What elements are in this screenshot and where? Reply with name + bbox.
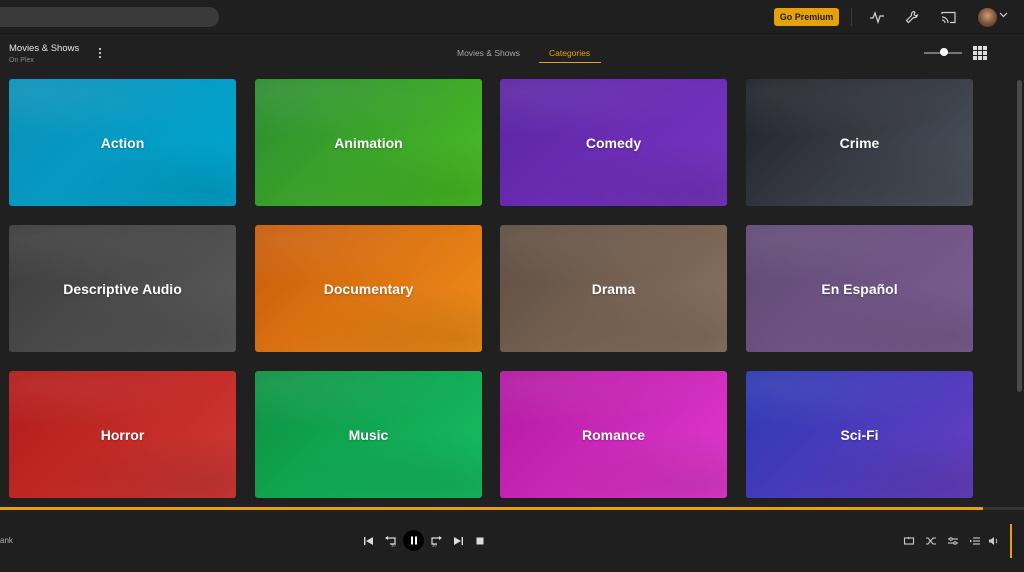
- category-label: Music: [348, 426, 389, 443]
- shuffle-icon[interactable]: [922, 532, 940, 550]
- category-label: Romance: [581, 426, 646, 443]
- stop-icon[interactable]: [471, 532, 489, 550]
- library-subtitle: On Plex: [9, 57, 34, 64]
- search-input[interactable]: [0, 7, 219, 27]
- settings-sliders-icon[interactable]: [944, 532, 962, 550]
- top-bar: Go Premium: [0, 0, 1024, 34]
- category-tile-animation[interactable]: Animation: [255, 79, 482, 206]
- category-label: Sci-Fi: [840, 426, 879, 443]
- skip-previous-icon[interactable]: [360, 532, 378, 550]
- category-tile-descriptive-audio[interactable]: Descriptive Audio: [9, 225, 236, 352]
- poster-size-slider-handle[interactable]: [940, 48, 948, 56]
- activity-icon[interactable]: [868, 8, 886, 26]
- category-label: Comedy: [585, 134, 642, 151]
- repeat-icon[interactable]: [900, 532, 918, 550]
- category-label: Descriptive Audio: [63, 280, 182, 297]
- svg-text:10: 10: [391, 543, 396, 548]
- svg-text:30: 30: [432, 543, 437, 548]
- category-tile-music[interactable]: Music: [255, 371, 482, 498]
- player-bar: ank 10 30: [0, 510, 1024, 572]
- tab-movies-shows[interactable]: Movies & Shows: [457, 48, 520, 58]
- category-label: Drama: [591, 280, 636, 297]
- category-tile-en-espanol[interactable]: En Español: [746, 225, 973, 352]
- divider: [851, 8, 852, 26]
- wrench-icon[interactable]: [903, 8, 921, 26]
- grid-view-icon[interactable]: [973, 46, 987, 60]
- avatar[interactable]: [978, 8, 997, 27]
- pause-button[interactable]: [403, 530, 424, 551]
- category-label: Documentary: [323, 280, 414, 297]
- scrollbar-thumb[interactable]: [1017, 80, 1022, 392]
- chevron-down-icon[interactable]: [999, 12, 1008, 18]
- library-title[interactable]: Movies & Shows: [9, 43, 79, 54]
- category-tile-romance[interactable]: Romance: [500, 371, 727, 498]
- volume-icon[interactable]: [985, 532, 1003, 550]
- category-tile-crime[interactable]: Crime: [746, 79, 973, 206]
- category-tile-documentary[interactable]: Documentary: [255, 225, 482, 352]
- category-label: Crime: [839, 134, 880, 151]
- library-header: Movies & Shows On Plex Movies & Shows Ca…: [0, 34, 1024, 72]
- volume-slider[interactable]: [1010, 524, 1012, 558]
- category-label: Animation: [334, 134, 403, 151]
- category-tile-sci-fi[interactable]: Sci-Fi: [746, 371, 973, 498]
- rewind-10-icon[interactable]: 10: [382, 532, 400, 550]
- now-playing-title[interactable]: ank: [0, 536, 13, 545]
- go-premium-button[interactable]: Go Premium: [774, 8, 839, 26]
- cast-icon[interactable]: [939, 8, 957, 26]
- category-tile-comedy[interactable]: Comedy: [500, 79, 727, 206]
- category-grid: Action Animation Comedy Crime Descriptiv…: [0, 72, 1010, 508]
- category-tile-horror[interactable]: Horror: [9, 371, 236, 498]
- queue-icon[interactable]: [966, 532, 984, 550]
- category-label: Horror: [100, 426, 145, 443]
- skip-next-icon[interactable]: [449, 532, 467, 550]
- category-label: Action: [100, 134, 145, 151]
- active-tab-indicator: [539, 62, 601, 63]
- category-tile-action[interactable]: Action: [9, 79, 236, 206]
- category-label: En Español: [821, 280, 898, 297]
- tab-categories[interactable]: Categories: [549, 48, 590, 58]
- more-options-icon[interactable]: [95, 46, 105, 60]
- category-tile-drama[interactable]: Drama: [500, 225, 727, 352]
- forward-30-icon[interactable]: 30: [427, 532, 445, 550]
